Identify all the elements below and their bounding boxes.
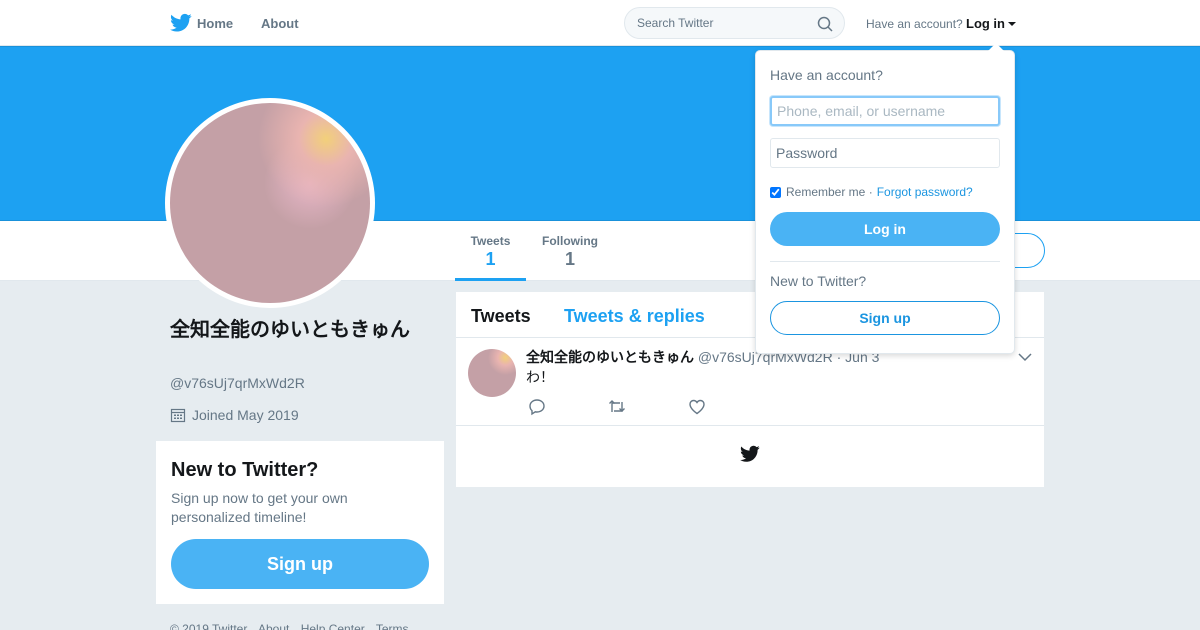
tab-tweets[interactable]: Tweets [471, 306, 531, 327]
remember-me-checkbox[interactable] [770, 186, 781, 198]
nav-about-link[interactable]: About [261, 16, 299, 31]
remember-me: Remember me · Forgot password? [770, 185, 973, 199]
search-input[interactable] [637, 15, 807, 31]
footer-terms-link[interactable]: Terms [376, 622, 409, 630]
forgot-password-link[interactable]: Forgot password? [877, 185, 973, 199]
tweet-avatar[interactable] [468, 349, 516, 397]
footer-help-link[interactable]: Help Center [301, 622, 365, 630]
search-box[interactable] [624, 7, 845, 39]
top-nav: Home About Have an account? Log in [0, 0, 1200, 46]
profile-name: 全知全能のゆいともきゅん [170, 319, 410, 341]
reply-icon[interactable] [528, 398, 546, 416]
footer-about-link[interactable]: About [258, 622, 289, 630]
tab-tweets-replies[interactable]: Tweets & replies [564, 306, 705, 327]
heart-icon[interactable] [688, 398, 706, 416]
login-dropdown-title: Have an account? [770, 67, 883, 83]
signup-card-title: New to Twitter? [171, 459, 319, 481]
have-account-label: Have an account? [866, 17, 963, 31]
remember-me-label: Remember me · [786, 185, 873, 199]
stat-following-label: Following [542, 234, 598, 248]
twitter-bird-icon[interactable] [170, 13, 192, 33]
stat-tweets-value: 1 [485, 249, 496, 269]
twitter-bird-icon [740, 445, 760, 462]
username-field[interactable] [770, 96, 1000, 126]
login-dropdown: Have an account? Remember me · Forgot pa… [755, 43, 1015, 354]
avatar-image [170, 103, 370, 303]
tweet-author-name[interactable]: 全知全能のゆいともきゅん [526, 349, 694, 365]
signup-card-text: Sign up now to get your own personalized… [171, 490, 348, 525]
search-icon[interactable] [817, 16, 833, 32]
calendar-icon [170, 408, 186, 423]
footer-copyright: © 2019 Twitter [170, 622, 248, 630]
chevron-down-icon [1008, 22, 1016, 26]
joined-date: Joined May 2019 [170, 407, 299, 423]
nav-home-link[interactable]: Home [197, 16, 233, 31]
new-to-twitter-label: New to Twitter? [770, 273, 867, 289]
tweet-text: わ！ [526, 369, 554, 385]
signup-card: New to Twitter? Sign up now to get your … [156, 441, 444, 604]
profile-handle[interactable]: @v76sUj7qrMxWd2R [170, 375, 305, 391]
stat-tweets-label: Tweets [470, 234, 511, 248]
joined-label: Joined May 2019 [192, 407, 299, 423]
divider [770, 261, 1000, 262]
login-dropdown-toggle[interactable]: Log in [966, 16, 1016, 31]
stat-following[interactable]: Following 1 [534, 221, 606, 281]
stat-tweets[interactable]: Tweets 1 [455, 221, 526, 281]
chevron-down-icon[interactable] [1018, 352, 1032, 362]
avatar[interactable] [165, 98, 375, 308]
login-toggle-label: Log in [966, 16, 1005, 31]
footer-links: © 2019 Twitter About Help Center Terms [170, 622, 417, 630]
password-field[interactable] [770, 138, 1000, 168]
stat-following-value: 1 [564, 249, 575, 269]
dropdown-arrow [988, 43, 1004, 51]
signup-card-button[interactable]: Sign up [171, 539, 429, 589]
signup-button[interactable]: Sign up [770, 301, 1000, 335]
retweet-icon[interactable] [608, 398, 626, 416]
login-button[interactable]: Log in [770, 212, 1000, 246]
